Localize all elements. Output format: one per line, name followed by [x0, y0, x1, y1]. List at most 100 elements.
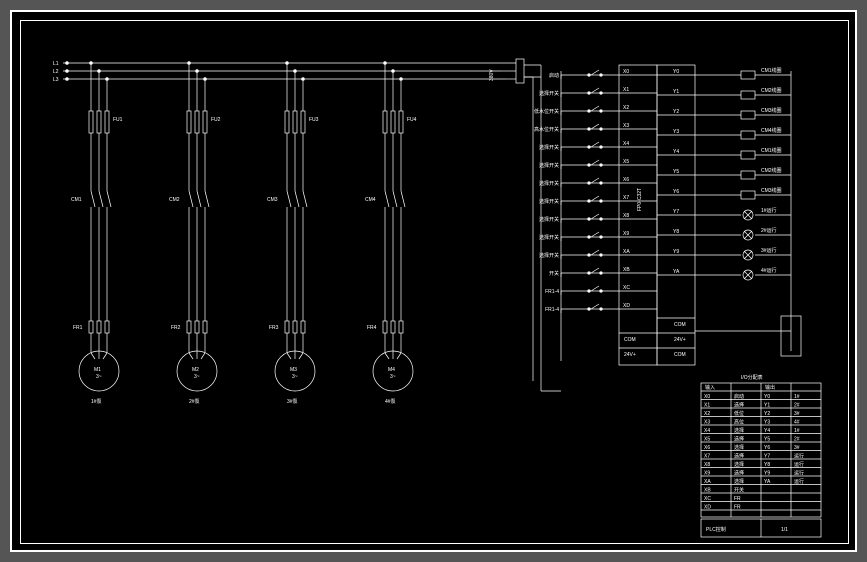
- io-cell: XD: [704, 505, 711, 511]
- io-cell: 低位: [734, 410, 744, 417]
- motor-label: 1#泵: [91, 399, 102, 405]
- io-header: 输出: [765, 384, 775, 391]
- motor-id: M1: [94, 367, 101, 373]
- motor-id: M3: [290, 367, 297, 373]
- switch-icon: [591, 160, 599, 165]
- io-cell: 选择: [734, 453, 744, 460]
- fuse-label: FU2: [211, 117, 221, 123]
- switch-icon: [591, 70, 599, 75]
- coil-symbol: [741, 111, 755, 119]
- output-term: Y6: [673, 189, 679, 195]
- switch-icon: [591, 106, 599, 111]
- io-cell: 选择: [734, 478, 744, 485]
- contactor-label: CM3: [267, 197, 278, 203]
- io-cell: YA: [764, 479, 771, 485]
- io-cell: FR: [734, 505, 741, 511]
- io-allocation-table: I/O分配表 输入输出X0启动Y01#X1选择Y12#X2低位Y23#X3高位Y…: [701, 374, 821, 517]
- svg-text:3~: 3~: [292, 374, 298, 380]
- input-term: XC: [623, 285, 630, 291]
- output-term: Y5: [673, 169, 679, 175]
- io-cell: 开关: [734, 487, 744, 494]
- relay-label: FR3: [269, 325, 279, 331]
- switch-icon: [591, 304, 599, 309]
- input-term: X3: [623, 123, 629, 129]
- switch-icon: [591, 196, 599, 201]
- plc-24v-in: 24V+: [624, 352, 636, 358]
- output-load: CM2线圈: [761, 87, 782, 94]
- coil-symbol: [741, 191, 755, 199]
- input-signal: 选择开关: [539, 90, 559, 97]
- line-l2-label: L2: [53, 69, 59, 75]
- input-term: X4: [623, 141, 629, 147]
- contactor-label: CM1: [71, 197, 82, 203]
- io-header: 输入: [705, 384, 715, 391]
- input-term: X1: [623, 87, 629, 93]
- output-load: 4#运行: [761, 267, 777, 274]
- io-cell: 运行: [794, 453, 804, 460]
- io-cell: 运行: [794, 470, 804, 477]
- motor-branches: FU1CM1FR1M13~1#泵FU2CM2FR2M23~2#泵FU3CM3FR…: [71, 62, 417, 405]
- relay-label: FR4: [367, 325, 377, 331]
- io-cell: 选择: [734, 427, 744, 434]
- io-cell: X8: [704, 462, 710, 468]
- voltage-label: 380V: [489, 69, 495, 81]
- io-cell: Y7: [764, 454, 770, 460]
- io-table-title: I/O分配表: [741, 374, 763, 381]
- branch-2: FU2CM2FR2M23~2#泵: [169, 62, 221, 405]
- io-cell: FR: [734, 496, 741, 502]
- output-load: CM1线圈: [761, 147, 782, 154]
- io-cell: 选择: [734, 470, 744, 477]
- io-cell: Y4: [764, 428, 770, 434]
- input-term: XD: [623, 303, 630, 309]
- io-cell: 2#: [794, 437, 800, 443]
- output-load: 1#运行: [761, 207, 777, 214]
- io-cell: X6: [704, 445, 710, 451]
- input-signal: 高水位开关: [534, 126, 559, 133]
- io-cell: XB: [704, 488, 711, 494]
- io-cell: X5: [704, 437, 710, 443]
- output-load: CM1线圈: [761, 67, 782, 74]
- io-cell: 选择: [734, 444, 744, 451]
- io-cell: X1: [704, 403, 710, 409]
- io-cell: XC: [704, 496, 711, 502]
- fuse-label: FU1: [113, 117, 123, 123]
- switch-icon: [591, 88, 599, 93]
- switch-icon: [591, 250, 599, 255]
- io-cell: Y2: [764, 411, 770, 417]
- svg-text:3~: 3~: [194, 374, 200, 380]
- io-cell: 3#: [794, 445, 800, 451]
- coil-symbol: [741, 171, 755, 179]
- io-cell: 1#: [794, 428, 800, 434]
- plc-module: FP0-C32T X0启动X1选择开关X2低水位开关X3高水位开关X4选择开关X…: [534, 65, 695, 365]
- input-signal: 选择开关: [539, 180, 559, 187]
- output-term: YA: [673, 269, 680, 275]
- input-term: X0: [623, 69, 629, 75]
- input-term: X8: [623, 213, 629, 219]
- input-signal: 选择开关: [539, 252, 559, 259]
- switch-icon: [591, 232, 599, 237]
- io-cell: Y6: [764, 445, 770, 451]
- branch-4: FU4CM4FR4M43~4#泵: [365, 62, 417, 405]
- output-term: Y7: [673, 209, 679, 215]
- branch-3: FU3CM3FR3M33~3#泵: [267, 62, 319, 405]
- io-cell: 4#: [794, 420, 800, 426]
- plc-24v-out: 24V+: [674, 337, 686, 343]
- output-load: 2#运行: [761, 227, 777, 234]
- output-load: CM3线圈: [761, 187, 782, 194]
- io-cell: 选择: [734, 436, 744, 443]
- output-term: Y0: [673, 69, 679, 75]
- title-dwg: 1/1: [781, 527, 788, 533]
- io-cell: 选择: [734, 402, 744, 409]
- input-term: X9: [623, 231, 629, 237]
- power-lines: L1 L2 L3 380V: [53, 61, 506, 83]
- io-cell: X7: [704, 454, 710, 460]
- coil-symbol: [741, 151, 755, 159]
- coil-symbol: [741, 131, 755, 139]
- io-cell: Y5: [764, 437, 770, 443]
- io-cell: Y0: [764, 394, 770, 400]
- output-term: Y8: [673, 229, 679, 235]
- output-term: Y9: [673, 249, 679, 255]
- output-load: CM2线圈: [761, 167, 782, 174]
- svg-text:3~: 3~: [96, 374, 102, 380]
- motor-id: M4: [388, 367, 395, 373]
